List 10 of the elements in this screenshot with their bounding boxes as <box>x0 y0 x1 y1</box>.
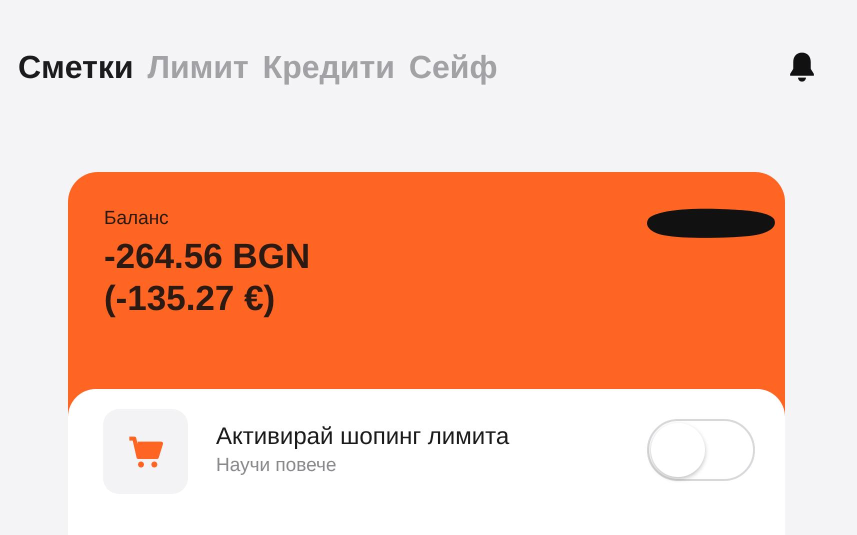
balance-euro-amount: (-135.27 €) <box>104 278 276 320</box>
tab[interactable]: Сметки <box>18 48 134 86</box>
tab[interactable]: Кредити <box>262 48 395 86</box>
balance-label: Баланс <box>104 208 170 230</box>
notification-bell-icon[interactable] <box>787 50 817 84</box>
tab[interactable]: Лимит <box>148 48 249 86</box>
promo-title: Активирай шопинг лимита <box>216 423 510 451</box>
learn-more-link[interactable]: Научи повече <box>216 455 337 477</box>
tab[interactable]: Сейф <box>408 48 498 86</box>
balance-amount: -264.56 BGN <box>104 236 310 278</box>
